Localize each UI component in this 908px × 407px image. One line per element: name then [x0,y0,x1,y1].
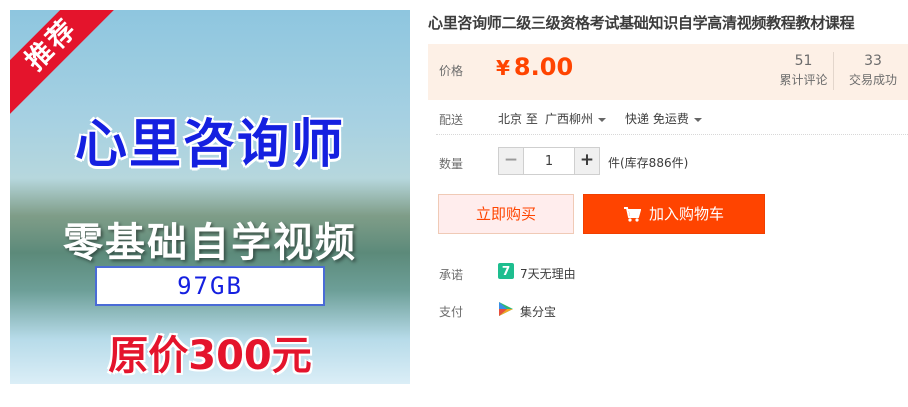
increase-button[interactable]: + [574,147,600,175]
cart-icon [623,207,642,222]
product-title: 心里咨询师二级三级资格考试基础知识自学高清视频教程教材课程 [428,14,855,32]
jifenbao-icon [499,302,513,316]
quantity-input[interactable] [524,147,574,175]
reviews-count: 51 [794,53,813,69]
shipping-method: 快递 免运费 [625,112,689,126]
deals-label: 交易成功 [848,73,897,87]
divider [436,134,908,135]
stock-text: 件(库存886件) [608,156,689,170]
banner-subtitle: 零基础自学视频 [63,220,357,266]
banner-title: 心里咨询师 [74,115,345,175]
seven-day-return-icon: 7 [498,263,514,279]
chevron-down-icon [598,117,607,122]
currency-symbol: ¥ [496,56,510,80]
shipping-label: 配送 [439,113,464,127]
quantity-label: 数量 [439,157,464,171]
product-detail-panel: 心里咨询师二级三级资格考试基础知识自学高清视频教程教材课程 价格 ¥8.00 5… [428,0,908,407]
chevron-down-icon [693,117,702,122]
payment-label: 支付 [439,305,464,319]
product-image[interactable]: 推荐 心里咨询师 零基础自学视频 97GB 原价300元 [10,10,410,384]
promise-label: 承诺 [439,268,464,282]
reviews-label: 累计评论 [779,73,828,87]
add-to-cart-button[interactable]: 加入购物车 [583,194,765,234]
price-panel: 价格 ¥8.00 51 累计评论 33 交易成功 [428,44,908,100]
deals-count: 33 [864,53,882,69]
price-label: 价格 [439,64,464,78]
decrease-button[interactable]: − [498,147,524,175]
quantity-stepper: − + [498,147,600,175]
shipping-destination-select[interactable]: 广西柳州 [545,110,607,127]
reviews-stat[interactable]: 51 累计评论 [778,52,834,90]
shipping-destination: 广西柳州 [545,112,594,126]
shipping-method-select[interactable]: 快递 免运费 [625,110,702,127]
price-amount: 8.00 [513,53,574,81]
payment-method-text: 集分宝 [520,305,557,319]
add-to-cart-label: 加入购物车 [648,205,724,223]
price-value: ¥8.00 [496,53,573,81]
buy-now-button[interactable]: 立即购买 [438,194,574,234]
promise-text[interactable]: 7天无理由 [520,265,576,282]
shipping-from: 北京 至 [498,112,538,126]
deals-stat[interactable]: 33 交易成功 [842,52,904,90]
banner-original-price: 原价300元 [108,333,312,379]
banner-size-box: 97GB [95,266,325,306]
